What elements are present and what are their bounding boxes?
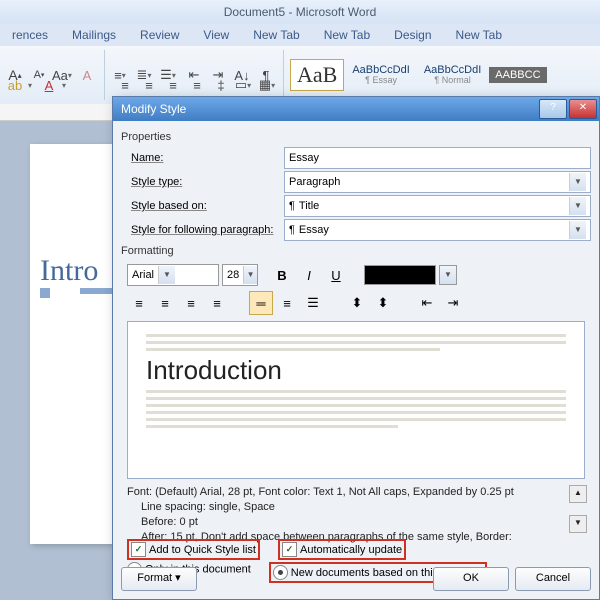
- font-color-icon[interactable]: A: [38, 74, 60, 96]
- help-button[interactable]: ?: [539, 99, 567, 119]
- style-normal[interactable]: AaBbCcDdI¶ Normal: [418, 62, 487, 88]
- justify-icon[interactable]: ≡: [186, 74, 208, 96]
- auto-update-checkbox[interactable]: [282, 542, 297, 557]
- line-spacing-icon[interactable]: ‡: [210, 74, 232, 96]
- preview-heading: Introduction: [146, 355, 566, 386]
- tab-new2[interactable]: New Tab: [312, 24, 382, 46]
- tab-new3[interactable]: New Tab: [444, 24, 514, 46]
- name-label: Name:: [131, 152, 284, 164]
- name-input[interactable]: Essay: [284, 147, 591, 169]
- align-center-button[interactable]: ≡: [153, 291, 177, 315]
- spacing-15-button[interactable]: ≡: [275, 291, 299, 315]
- type-select[interactable]: Paragraph▼: [284, 171, 591, 193]
- space-before-inc-icon[interactable]: ⬍: [345, 291, 369, 315]
- chevron-down-icon[interactable]: ▼: [569, 221, 586, 239]
- chevron-down-icon[interactable]: ▼: [243, 266, 257, 284]
- align-center-icon[interactable]: ≡: [138, 74, 160, 96]
- tab-design[interactable]: Design: [382, 24, 443, 46]
- tab-new1[interactable]: New Tab: [241, 24, 311, 46]
- new-docs-radio[interactable]: [273, 565, 288, 580]
- selection-handle[interactable]: [40, 288, 50, 298]
- tab-view[interactable]: View: [191, 24, 241, 46]
- chevron-down-icon[interactable]: ▼: [439, 265, 457, 285]
- scroll-up-icon[interactable]: ▲: [569, 485, 587, 503]
- highlight-quickstyle: Add to Quick Style list: [127, 539, 260, 560]
- dialog-titlebar[interactable]: Modify Style ? ✕: [113, 97, 599, 121]
- spacing-single-button[interactable]: ═: [249, 291, 273, 315]
- align-left-icon[interactable]: ≡: [114, 74, 136, 96]
- style-heading[interactable]: AABBCC: [489, 67, 546, 83]
- quick-style-checkbox[interactable]: [131, 542, 146, 557]
- chevron-down-icon[interactable]: ▼: [569, 173, 586, 191]
- ok-button[interactable]: OK: [433, 567, 509, 591]
- italic-button[interactable]: I: [297, 263, 321, 287]
- tab-review[interactable]: Review: [128, 24, 191, 46]
- font-color-swatch[interactable]: [364, 265, 436, 285]
- page-heading: Intro: [40, 254, 98, 288]
- style-description: Font: (Default) Arial, 28 pt, Font color…: [127, 485, 585, 533]
- based-select[interactable]: ¶Title▼: [284, 195, 591, 217]
- app-titlebar: Document5 - Microsoft Word: [0, 0, 600, 24]
- highlight-autoupdate: Automatically update: [278, 539, 406, 560]
- align-right-icon[interactable]: ≡: [162, 74, 184, 96]
- following-select[interactable]: ¶Essay▼: [284, 219, 591, 241]
- tab-references[interactable]: rences: [0, 24, 60, 46]
- close-button[interactable]: ✕: [569, 99, 597, 119]
- dialog-title: Modify Style: [121, 97, 186, 121]
- formatting-label: Formatting: [121, 245, 591, 257]
- following-label: Style for following paragraph:: [131, 224, 284, 236]
- style-preview: Introduction: [127, 321, 585, 479]
- shading-icon[interactable]: ▭▾: [234, 74, 256, 96]
- style-preview-large[interactable]: AaB: [290, 59, 344, 91]
- space-before-dec-icon[interactable]: ⬍: [371, 291, 395, 315]
- bold-button[interactable]: B: [270, 263, 294, 287]
- align-right-button[interactable]: ≡: [179, 291, 203, 315]
- underline-button[interactable]: U: [324, 263, 348, 287]
- align-left-button[interactable]: ≡: [127, 291, 151, 315]
- modify-style-dialog: Modify Style ? ✕ Properties Name: Essay …: [112, 96, 600, 600]
- font-select[interactable]: Arial▼: [127, 264, 219, 286]
- type-label: Style type:: [131, 176, 284, 188]
- style-essay[interactable]: AaBbCcDdI¶ Essay: [346, 62, 415, 88]
- properties-label: Properties: [121, 131, 591, 143]
- scroll-down-icon[interactable]: ▼: [569, 515, 587, 533]
- based-label: Style based on:: [131, 200, 284, 212]
- indent-dec-button[interactable]: ⇤: [415, 291, 439, 315]
- tab-mailings[interactable]: Mailings: [60, 24, 128, 46]
- highlight-icon[interactable]: ab: [4, 74, 26, 96]
- cancel-button[interactable]: Cancel: [515, 567, 591, 591]
- size-select[interactable]: 28▼: [222, 264, 258, 286]
- spacing-double-button[interactable]: ☰: [301, 291, 325, 315]
- justify-button[interactable]: ≡: [205, 291, 229, 315]
- borders-icon[interactable]: ▦▾: [258, 74, 280, 96]
- ribbon-tabs: rences Mailings Review View New Tab New …: [0, 24, 600, 46]
- chevron-down-icon[interactable]: ▼: [569, 197, 586, 215]
- chevron-down-icon[interactable]: ▼: [158, 266, 175, 284]
- indent-inc-button[interactable]: ⇥: [441, 291, 465, 315]
- format-button[interactable]: Format ▾: [121, 567, 197, 591]
